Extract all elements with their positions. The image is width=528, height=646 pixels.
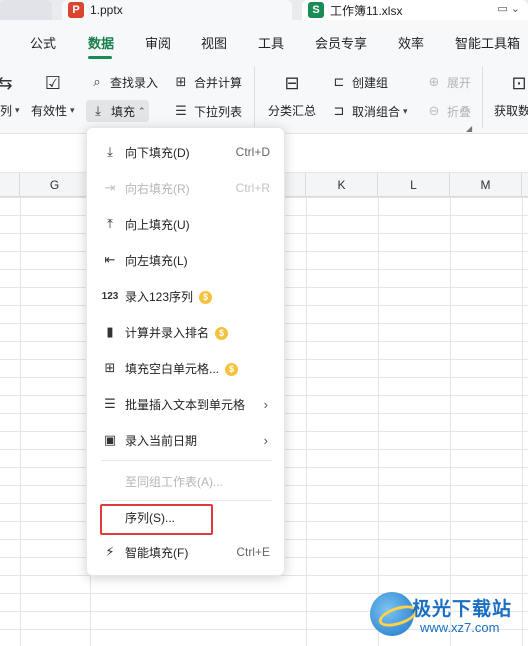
fill-down-icon: ⤓ [107, 144, 113, 159]
find-entry-icon: ⌕ [93, 74, 101, 89]
xlsx-file-icon: S [308, 2, 324, 18]
tab-xlsx[interactable]: S 工作簿11.xlsx ▭ ⌄ [302, 0, 528, 20]
validity-button[interactable]: 有效性 ▾ [31, 102, 75, 119]
dropdown-list-icon: ☰ [175, 103, 187, 118]
watermark: 极光下载站 www.xz7.com [370, 588, 528, 646]
premium-badge-icon: $ [225, 362, 239, 376]
tab-previous[interactable] [0, 0, 52, 20]
expand-icon: ⊕ [428, 74, 440, 89]
menu-divider [101, 500, 272, 501]
dialog-launcher-icon[interactable]: ◢ [466, 124, 472, 133]
menu-item-same-group-sheets[interactable]: 至同组工作表(A)... [87, 467, 286, 495]
ribbon-toolbar: ⇆ 列 ▾ ☑ 有效性 ▾ ⌕ 查找录入 ⤓ 填充 ⌃ ⊞ 合并计算 ☰ 下拉列表 ⊟ 分类汇… [0, 60, 528, 134]
chevron-right-icon: › [263, 432, 268, 448]
find-entry-button[interactable]: ⌕ 查找录入 [88, 73, 158, 91]
menu-item-fill-right[interactable]: ⇥ 向右填充(R) Ctrl+R [87, 174, 286, 202]
tab-label: 工作簿11.xlsx [330, 3, 403, 18]
subtotal-button[interactable]: 分类汇总 [268, 102, 316, 119]
menu-item-current-date[interactable]: ▣ 录入当前日期 › [87, 426, 286, 454]
get-data-button[interactable]: 获取数 [494, 102, 528, 119]
grid-line [378, 197, 379, 646]
collapse-button[interactable]: ⊖ 折叠 [425, 102, 471, 120]
menu-item-batch-insert-text[interactable]: ☰ 批量插入文本到单元格 › [87, 390, 286, 418]
get-data-icon: ⊡ [511, 72, 527, 93]
grid-line [522, 197, 523, 646]
menu-item-smart-fill[interactable]: ⚡ 智能填充(F) Ctrl+E [87, 538, 286, 566]
fill-left-icon: ⇤ [104, 252, 116, 267]
watermark-logo-icon [370, 592, 414, 636]
fill-right-icon: ⇥ [104, 180, 116, 195]
smart-fill-icon: ⚡ [105, 544, 115, 559]
tab-pptx[interactable]: P 1.pptx [62, 0, 292, 20]
menu-item-fill-left[interactable]: ⇤ 向左填充(L) [87, 246, 286, 274]
grid-line [20, 197, 21, 646]
expand-button[interactable]: ⊕ 展开 [425, 73, 471, 91]
menu-divider [101, 460, 272, 461]
column-header-g[interactable]: G [20, 173, 90, 197]
chevron-right-icon: › [263, 396, 268, 412]
tab-label: 1.pptx [90, 3, 123, 17]
menu-data[interactable]: 数据 [88, 33, 114, 52]
calendar-icon: ▣ [103, 432, 117, 447]
menu-item-fill-down[interactable]: ⤓ 向下填充(D) Ctrl+D [87, 138, 286, 166]
subtotal-icon: ⊟ [284, 72, 300, 93]
window-control-icon[interactable]: ▭ ⌄ [497, 2, 520, 15]
fill-up-icon: ⤒ [107, 216, 113, 231]
column-header-l[interactable]: L [378, 173, 450, 197]
pptx-file-icon: P [68, 2, 84, 18]
ungroup-icon: ⊐ [333, 103, 345, 118]
sequence-123-icon: 123 [101, 290, 119, 302]
grid-line [306, 197, 307, 646]
menu-review[interactable]: 审阅 [145, 33, 171, 52]
watermark-url: www.xz7.com [420, 620, 500, 635]
menu-member[interactable]: 会员专享 [315, 33, 367, 52]
toolbar-separator [254, 66, 255, 128]
premium-badge-icon: $ [199, 290, 213, 304]
premium-badge-icon: $ [215, 326, 229, 340]
column-header-k[interactable]: K [306, 173, 378, 197]
column-tool-button[interactable]: 列 ▾ [0, 102, 20, 119]
ranking-icon: ▮ [106, 324, 114, 339]
create-group-button[interactable]: ⊏ 创建组 [330, 73, 388, 91]
column-header[interactable] [0, 173, 20, 197]
create-group-icon: ⊏ [333, 74, 345, 89]
watermark-title: 极光下载站 [412, 599, 513, 620]
ribbon-menu-bar: 公式 数据 审阅 视图 工具 会员专享 效率 智能工具箱 [0, 20, 528, 60]
validity-icon: ☑ [44, 72, 62, 93]
column-header-m[interactable]: M [450, 173, 522, 197]
series-highlight-box [100, 504, 213, 535]
dropdown-list-button[interactable]: ☰ 下拉列表 [172, 102, 242, 120]
column-tool-icon: ⇆ [0, 72, 13, 93]
menu-tools[interactable]: 工具 [258, 33, 284, 52]
fill-button[interactable]: ⤓ 填充 ⌃ [86, 100, 149, 122]
menu-formulas[interactable]: 公式 [30, 33, 56, 52]
menu-view[interactable]: 视图 [201, 33, 227, 52]
grid-line [450, 197, 451, 646]
toolbar-separator [482, 66, 483, 128]
active-menu-indicator [88, 56, 112, 59]
menu-efficiency[interactable]: 效率 [398, 33, 424, 52]
ungroup-button[interactable]: ⊐ 取消组合 ▾ [330, 102, 408, 120]
menu-smart-toolbox[interactable]: 智能工具箱 [455, 33, 520, 52]
menu-item-fill-up[interactable]: ⤒ 向上填充(U) [87, 210, 286, 238]
menu-item-ranking[interactable]: ▮ 计算并录入排名 $ [87, 318, 286, 346]
fill-blank-cells-icon: ⊞ [104, 360, 116, 375]
batch-insert-text-icon: ☰ [104, 396, 116, 411]
window-tab-bar: P 1.pptx S 工作簿11.xlsx ▭ ⌄ [0, 0, 528, 20]
fill-icon: ⤓ [95, 103, 101, 118]
collapse-icon: ⊖ [428, 103, 440, 118]
merge-calc-icon: ⊞ [175, 74, 187, 89]
menu-item-sequence-123[interactable]: 123 录入123序列 $ [87, 282, 286, 310]
menu-item-fill-blank-cells[interactable]: ⊞ 填充空白单元格... $ [87, 354, 286, 382]
merge-calc-button[interactable]: ⊞ 合并计算 [172, 73, 242, 91]
